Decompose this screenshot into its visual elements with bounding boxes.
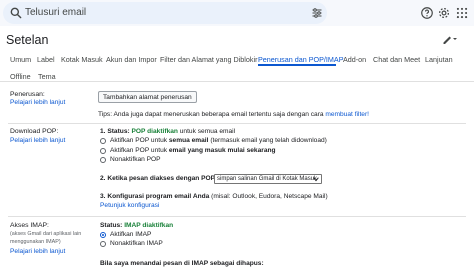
pop-option1-suffix: (termasuk email yang telah didownload) [208, 137, 327, 144]
imap-status: Status: IMAP diaktifkan [100, 222, 173, 229]
search-icon[interactable] [9, 6, 23, 20]
gear-icon[interactable] [437, 6, 451, 20]
pop-option2-bold: email yang masuk mulai sekarang [168, 147, 276, 154]
imap-status-prefix: Status: [100, 222, 125, 229]
pop-status: 1. Status: POP diaktifkan untuk semua em… [100, 128, 235, 135]
tab-umum[interactable]: Umum [10, 55, 31, 65]
tip-text: Tips: Anda juga dapat meneruskan beberap… [98, 111, 326, 118]
apps-icon[interactable] [455, 6, 469, 20]
imap-description-line2: menggunakan IMAP) [10, 239, 61, 245]
pop-step2-label: 2. Ketika pesan diakses dengan POP [100, 175, 216, 182]
pop-step3-suffix: (misal: Outlook, Eudora, Netscape Mail) [209, 193, 328, 200]
pop-disable-option[interactable]: Nonaktifkan POP [110, 156, 161, 163]
tab-add-on[interactable]: Add-on [343, 55, 366, 65]
section-divider [8, 216, 466, 217]
search-options-icon[interactable] [311, 7, 323, 19]
pop-option1-prefix: Aktifkan POP untuk [110, 137, 169, 144]
imap-label: Akses IMAP: [10, 222, 49, 229]
config-instructions-link[interactable]: Petunjuk konfigurasi [100, 202, 159, 209]
tab-lanjutan[interactable]: Lanjutan [425, 55, 453, 65]
help-icon[interactable] [420, 6, 434, 20]
section-divider [8, 123, 466, 124]
forwarding-label: Penerusan: [10, 91, 45, 98]
imap-disable-radio[interactable] [100, 241, 106, 247]
pop-action-select-value: simpan salinan Gmail di Kotak Masuk [217, 176, 318, 182]
tab-kotak-masuk[interactable]: Kotak Masuk [61, 55, 103, 65]
add-forwarding-address-button[interactable]: Tambahkan alamat penerusan [98, 91, 197, 103]
pop-status-prefix: 1. Status: [100, 128, 132, 135]
forwarding-learn-more-link[interactable]: Pelajari lebih lanjut [10, 99, 65, 106]
pop-step3: 3. Konfigurasi program email Anda (misal… [100, 193, 328, 200]
pop-all-mail-option[interactable]: Aktifkan POP untuk semua email (termasuk… [110, 137, 327, 144]
forwarding-tip: Tips: Anda juga dapat meneruskan beberap… [98, 111, 369, 118]
page-title: Setelan [6, 33, 49, 47]
imap-disable-option[interactable]: Nonaktifkan IMAP [110, 240, 163, 247]
pop-option2-prefix: Aktifkan POP untuk [110, 147, 169, 154]
top-bar: Telusuri email [0, 0, 474, 26]
tabs-divider [0, 81, 474, 82]
tab-akun-dan-impor[interactable]: Akun dan Impor [106, 55, 157, 65]
pop-from-now-option[interactable]: Aktifkan POP untuk email yang masuk mula… [110, 147, 276, 154]
input-tools-icon[interactable] [442, 33, 458, 45]
pop-label: Download POP: [10, 128, 59, 135]
imap-enable-option[interactable]: Aktifkan IMAP [110, 231, 151, 238]
create-filter-link[interactable]: membuat filter! [325, 111, 369, 118]
tab-label[interactable]: Label [37, 55, 55, 65]
imap-status-value: IMAP diaktifkan [124, 222, 174, 229]
pop-status-value: POP diaktifkan [131, 128, 178, 135]
pop-from-now-radio[interactable] [100, 148, 106, 154]
tab-filter-dan-alamat[interactable]: Filter dan Alamat yang Diblokir [160, 55, 257, 65]
chevron-down-icon [313, 177, 319, 182]
search-bar[interactable]: Telusuri email [3, 2, 327, 24]
pop-all-mail-radio[interactable] [100, 138, 106, 144]
imap-description-line1: (akses Gmail dari aplikasi lain [10, 231, 82, 237]
pop-option1-bold: semua email [168, 137, 209, 144]
imap-delete-heading: Bila saya menandai pesan di IMAP sebagai… [100, 260, 264, 267]
pop-step3-label: 3. Konfigurasi program email Anda [100, 193, 210, 200]
active-tab-indicator [258, 64, 336, 66]
imap-enable-radio[interactable] [100, 232, 106, 238]
imap-learn-more-link[interactable]: Pelajari lebih lanjut [10, 248, 65, 255]
pop-disable-radio[interactable] [100, 157, 106, 163]
pop-action-select[interactable]: simpan salinan Gmail di Kotak Masuk [214, 174, 322, 184]
search-input[interactable]: Telusuri email [25, 7, 86, 18]
pop-status-suffix: untuk semua email [177, 128, 236, 135]
tab-chat-dan-meet[interactable]: Chat dan Meet [373, 55, 420, 65]
pop-learn-more-link[interactable]: Pelajari lebih lanjut [10, 137, 65, 144]
